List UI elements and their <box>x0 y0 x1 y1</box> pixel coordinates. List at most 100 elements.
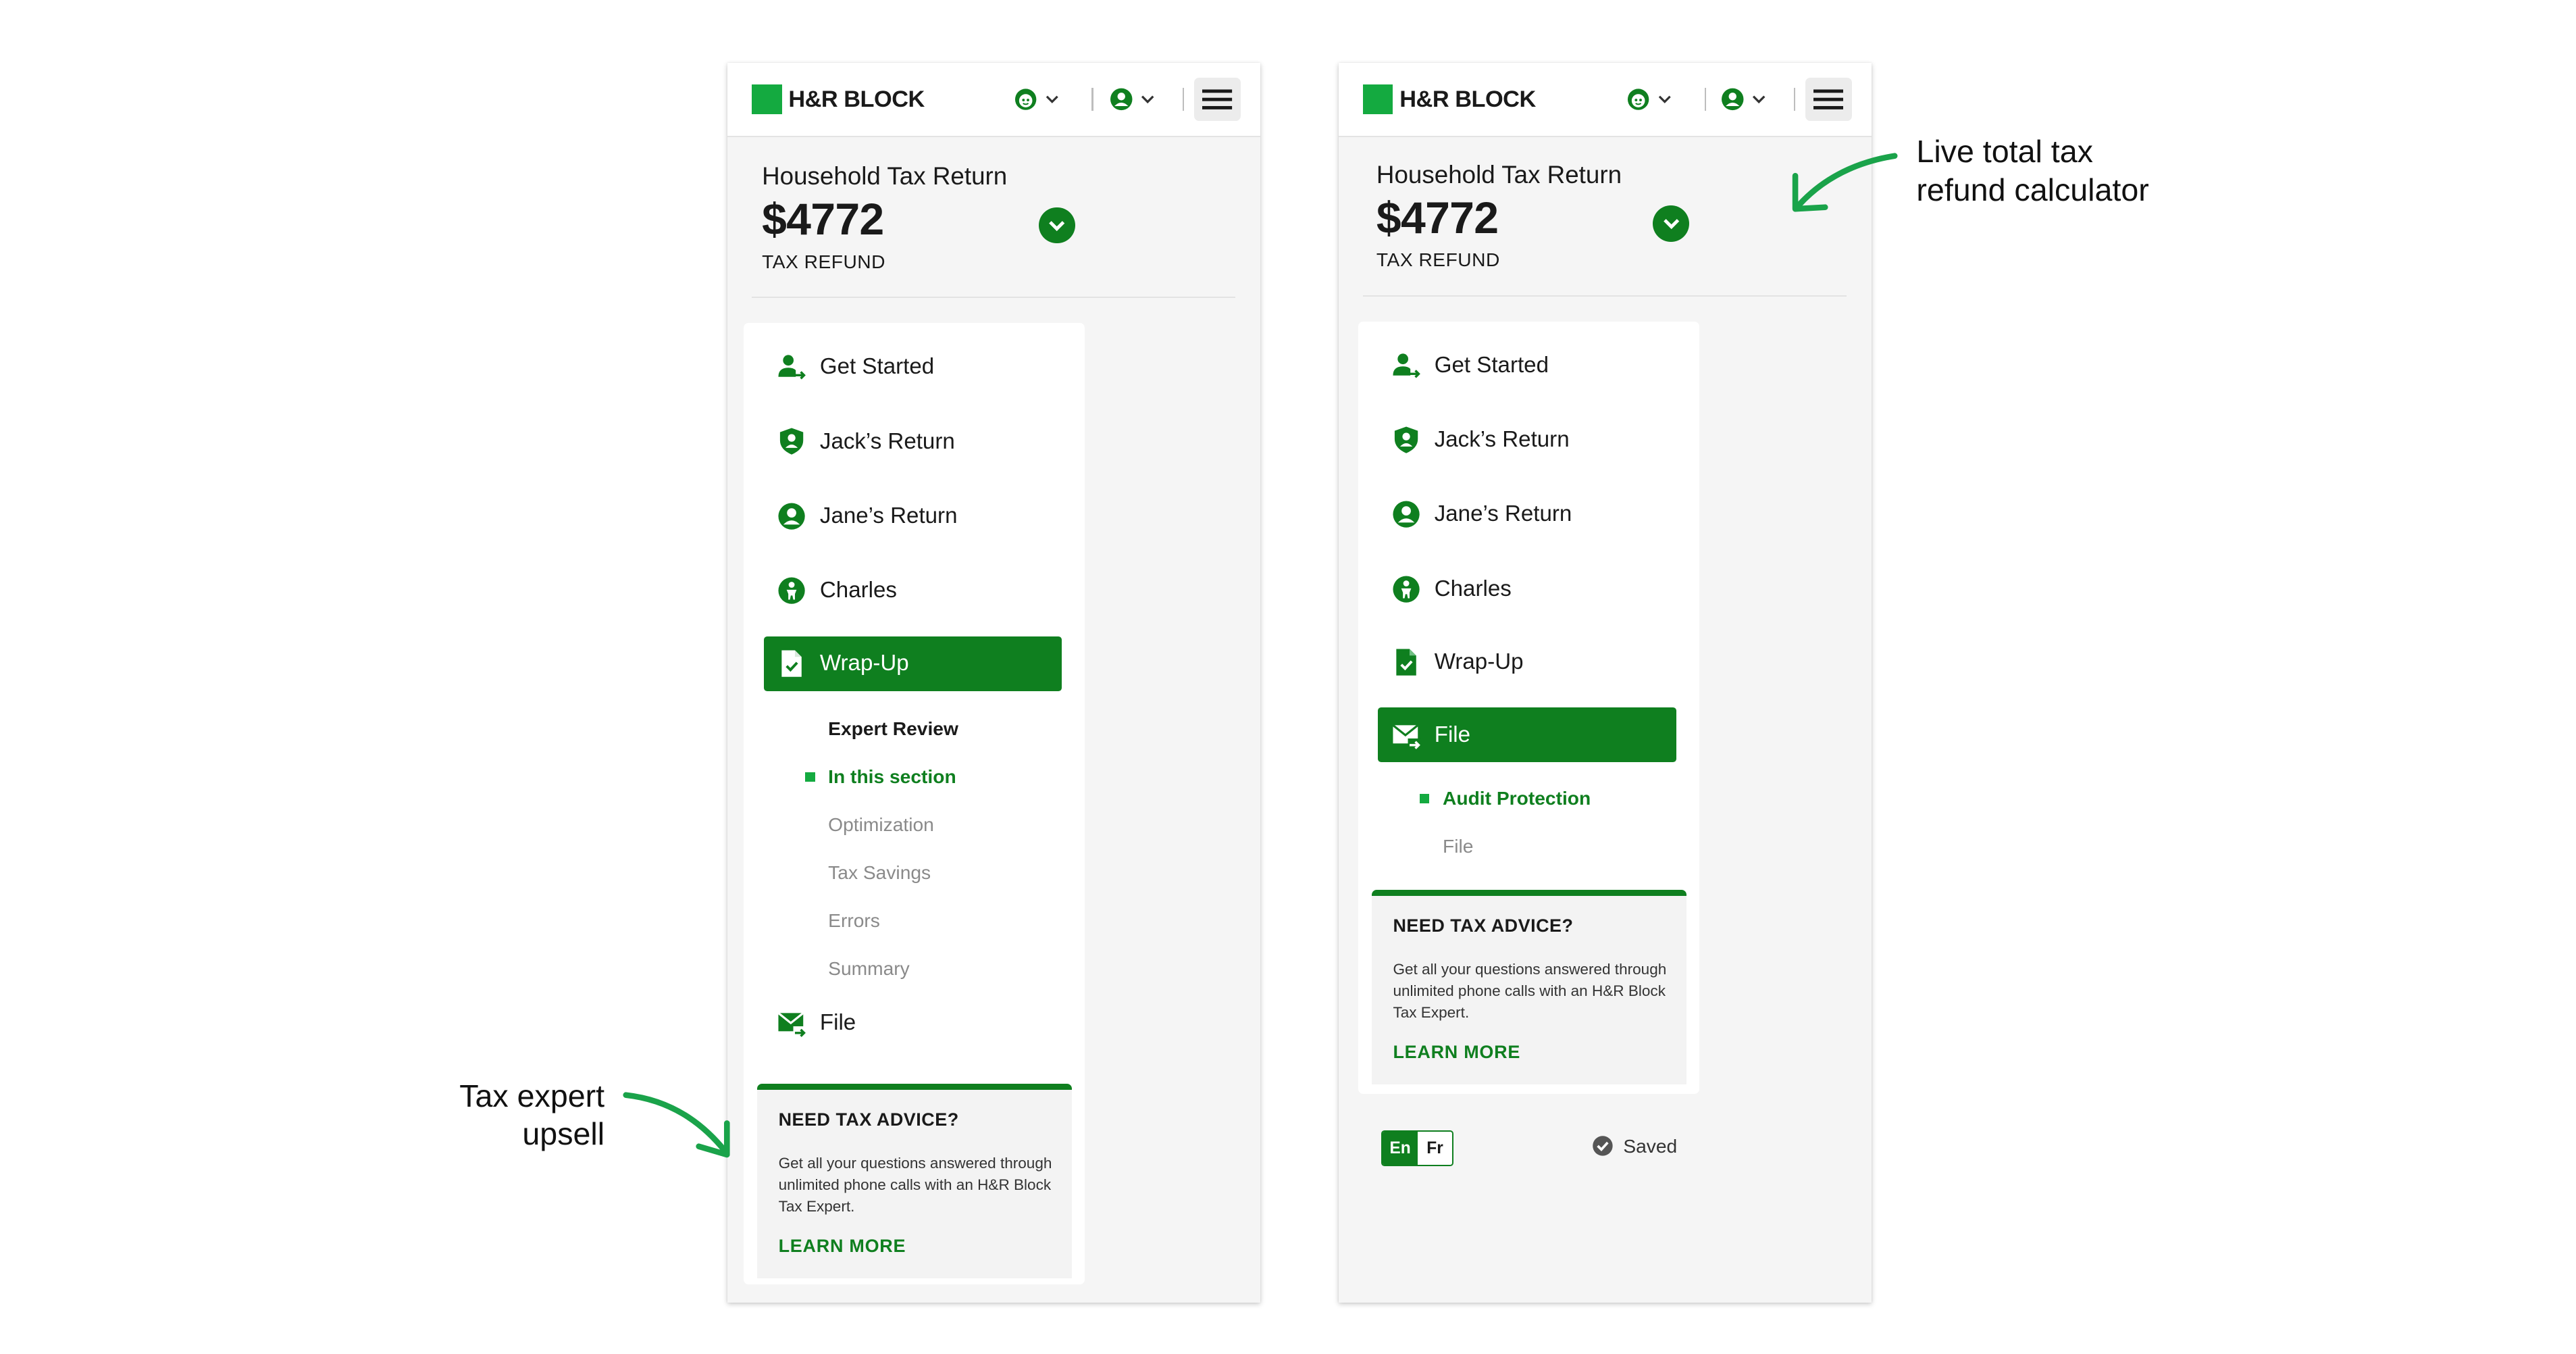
nav-item-get-started[interactable]: Get Started <box>764 340 1062 395</box>
brand-name: H&R BLOCK <box>1399 86 1536 112</box>
refund-amount: $4772 <box>762 195 884 245</box>
annotation-live-refund-calculator: Live total tax refund calculator <box>1916 132 2247 209</box>
annotation-arrow-left <box>623 1092 730 1158</box>
refund-label: TAX REFUND <box>1376 249 1500 271</box>
nav-item-label: Jack’s Return <box>1434 427 1570 453</box>
person-arrow-icon <box>1391 351 1421 380</box>
annotation-arrow-right <box>1793 153 1898 212</box>
nav-item-label: Wrap-Up <box>819 651 909 676</box>
annotation-line: upsell <box>522 1116 605 1152</box>
divider <box>1363 295 1847 297</box>
nav-item-label: Jane’s Return <box>819 503 958 528</box>
annotation-tax-expert-upsell: Tax expert upsell <box>365 1077 605 1153</box>
hamburger-menu-button[interactable] <box>1194 78 1241 121</box>
summary-title: Household Tax Return <box>762 162 1008 191</box>
lang-fr-button[interactable]: Fr <box>1417 1131 1453 1165</box>
summary-expand-button[interactable] <box>1038 207 1075 244</box>
toolbar-divider <box>1793 87 1796 111</box>
annotation-line: refund calculator <box>1916 172 2149 207</box>
account-menu[interactable] <box>1721 84 1768 114</box>
refund-summary: Household Tax Return $4772 TAX REFUND <box>1376 161 1824 271</box>
person-arrow-icon <box>777 352 806 382</box>
brand-logo[interactable]: H&R BLOCK <box>752 84 925 115</box>
toolbar-divider <box>1183 87 1185 111</box>
advice-body: Get all your questions answered through … <box>778 1155 1052 1215</box>
chevron-down-icon <box>1046 96 1058 104</box>
nav-item-label: Charles <box>1434 576 1512 601</box>
refund-amount: $4772 <box>1376 193 1499 243</box>
person-circle-icon <box>777 501 806 531</box>
chevron-down-icon <box>1141 95 1154 104</box>
tax-advice-card: NEED TAX ADVICE? Get all your questions … <box>1371 889 1686 1085</box>
document-check-icon <box>777 649 806 678</box>
app-panel-file: H&R BLOCK Household Tax Return $4772 TAX… <box>1338 63 1872 1303</box>
nav-item-label: Jack’s Return <box>819 428 955 454</box>
nav-item-wrap-up[interactable]: Wrap-Up <box>763 636 1062 691</box>
nav-item-label: Get Started <box>1434 352 1549 378</box>
nav-item-label: Jane’s Return <box>1434 501 1572 527</box>
mail-send-icon <box>777 1008 807 1038</box>
learn-more-link[interactable]: LEARN MORE <box>1393 1042 1520 1063</box>
chevron-down-icon <box>1049 220 1065 231</box>
subnav-item-file[interactable]: File <box>1443 835 1473 857</box>
refund-label: TAX REFUND <box>762 250 886 272</box>
check-circle-icon <box>1592 1135 1614 1157</box>
subnav-item-optimization[interactable]: Optimization <box>828 813 934 836</box>
top-bar: H&R BLOCK <box>1338 63 1872 138</box>
subnav-item-audit-protection[interactable]: Audit Protection <box>1419 786 1591 809</box>
child-icon <box>1391 574 1421 604</box>
navigation-card: Get Started Jack’s Return Jane’s Return … <box>1358 321 1700 1094</box>
shield-person-icon <box>777 426 806 456</box>
language-toggle[interactable]: En Fr <box>1381 1130 1454 1166</box>
active-bullet-icon <box>804 772 815 782</box>
subnav-item-errors[interactable]: Errors <box>828 909 880 932</box>
brand-square-icon <box>752 84 782 115</box>
app-panel-wrap-up: H&R BLOCK Household Tax Return $4772 TAX… <box>727 63 1261 1303</box>
brand-logo[interactable]: H&R BLOCK <box>1363 84 1536 115</box>
nav-item-janes-return[interactable]: Jane’s Return <box>764 488 1062 543</box>
toolbar-divider <box>1091 87 1093 111</box>
nav-item-file[interactable]: File <box>764 996 1062 1051</box>
subnav-item-summary[interactable]: Summary <box>828 957 910 980</box>
lang-en-button[interactable]: En <box>1383 1131 1418 1165</box>
saved-label: Saved <box>1623 1134 1678 1157</box>
hamburger-icon <box>1813 89 1844 109</box>
nav-item-charles[interactable]: Charles <box>764 563 1062 618</box>
top-bar: H&R BLOCK <box>727 63 1261 138</box>
advice-title: NEED TAX ADVICE? <box>1393 916 1574 936</box>
nav-item-wrap-up[interactable]: Wrap-Up <box>1378 634 1676 689</box>
nav-item-label: File <box>819 1010 856 1036</box>
nav-item-jacks-return[interactable]: Jack’s Return <box>1378 413 1676 468</box>
advice-body: Get all your questions answered through … <box>1393 961 1667 1021</box>
account-circle-icon <box>1110 88 1133 111</box>
hamburger-menu-button[interactable] <box>1805 78 1852 121</box>
subnav-item-tax-savings[interactable]: Tax Savings <box>828 861 931 884</box>
nav-item-get-started[interactable]: Get Started <box>1378 338 1676 393</box>
summary-title: Household Tax Return <box>1376 160 1622 189</box>
subnav-item-label: In this section <box>828 765 956 787</box>
nav-item-charles[interactable]: Charles <box>1378 561 1676 616</box>
toolbar-divider <box>1704 87 1706 111</box>
hamburger-icon <box>1202 89 1233 109</box>
nav-item-file[interactable]: File <box>1378 707 1676 763</box>
agent-face-icon <box>1014 89 1037 110</box>
brand-name: H&R BLOCK <box>788 86 925 112</box>
subnav-item-label: Audit Protection <box>1443 786 1591 809</box>
support-menu[interactable] <box>1014 84 1060 114</box>
nav-item-label: Charles <box>819 578 897 603</box>
refund-summary: Household Tax Return $4772 TAX REFUND <box>762 162 1209 272</box>
navigation-card: Get Started Jack’s Return Jane’s Return … <box>744 323 1085 1284</box>
nav-item-jacks-return[interactable]: Jack’s Return <box>764 414 1062 469</box>
subnav-item-in-this-section[interactable]: In this section <box>804 765 956 788</box>
support-menu[interactable] <box>1626 84 1673 114</box>
mail-send-icon <box>1391 720 1422 750</box>
annotation-line: Tax expert <box>459 1078 605 1114</box>
document-check-icon <box>1391 647 1421 677</box>
person-circle-icon <box>1391 499 1421 529</box>
nav-item-label: Get Started <box>819 354 935 380</box>
nav-item-janes-return[interactable]: Jane’s Return <box>1378 487 1676 542</box>
account-menu[interactable] <box>1110 84 1156 114</box>
chevron-down-icon <box>1659 96 1672 104</box>
subnav-current-section: Expert Review <box>828 717 958 739</box>
learn-more-link[interactable]: LEARN MORE <box>779 1236 906 1257</box>
